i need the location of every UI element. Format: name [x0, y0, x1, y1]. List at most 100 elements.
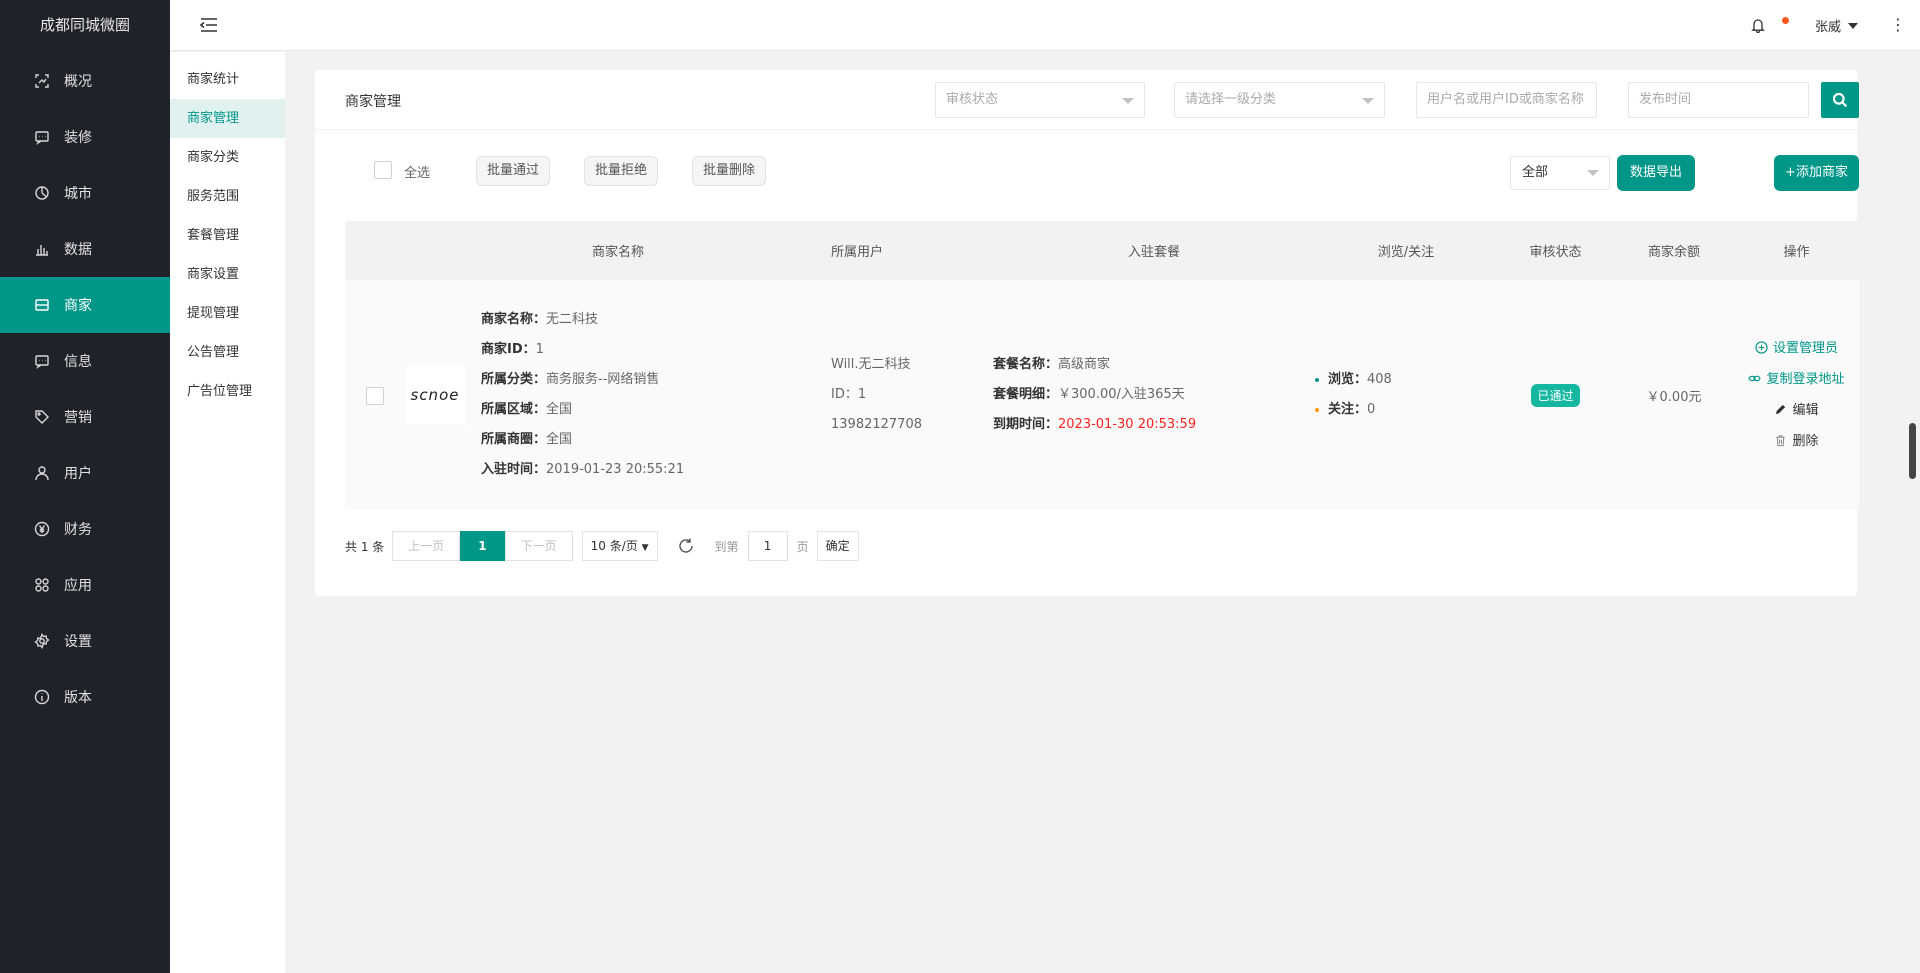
current-page[interactable]: 1 — [460, 531, 505, 561]
scope-select[interactable]: 全部 — [1510, 156, 1610, 190]
batch-reject-button[interactable]: 批量拒绝 — [584, 156, 659, 186]
subnav-item-merchant-settings[interactable]: 商家设置 — [170, 255, 285, 294]
follow-count: 0 — [1367, 402, 1376, 417]
audit-status-select[interactable]: 审核状态 — [935, 82, 1145, 118]
merchant-table: 商家名称 所属用户 入驻套餐 浏览/关注 审核状态 商家余额 操作 scnoe — [345, 221, 1859, 510]
status-badge[interactable]: 已通过 — [1531, 383, 1580, 407]
sidebar-item-merchant[interactable]: 商家 — [0, 277, 170, 333]
info-value: 全国 — [546, 402, 573, 417]
user-icon — [34, 465, 50, 481]
page-size-select[interactable]: 10 条/页 ▼ — [581, 531, 658, 561]
notification-dot — [1782, 17, 1789, 24]
goto-page-input[interactable]: 1 — [747, 531, 788, 561]
publish-time-placeholder: 发布时间 — [1639, 92, 1692, 107]
goto-confirm-button[interactable]: 确定 — [816, 531, 859, 561]
sidebar-item-apps[interactable]: 应用 — [0, 557, 170, 613]
app-title: 成都同城微圈 — [39, 16, 130, 34]
sidebar-item-label: 商家 — [64, 298, 92, 314]
merchant-logo: scnoe — [405, 365, 465, 425]
info-key: 所属分类： — [481, 372, 547, 387]
subnav-item-ad-slot[interactable]: 广告位管理 — [170, 372, 285, 411]
caret-down-icon — [1848, 22, 1859, 29]
more-vertical-icon[interactable]: ⋮ — [1890, 15, 1906, 35]
export-button[interactable]: 数据导出 — [1617, 155, 1695, 191]
user-menu[interactable]: 张威 — [1815, 16, 1859, 35]
info-icon — [34, 689, 50, 705]
user-phone: 13982127708 — [831, 417, 922, 432]
refresh-icon[interactable] — [677, 537, 695, 555]
subnav-item-withdraw[interactable]: 提现管理 — [170, 294, 285, 333]
search-icon — [1832, 92, 1848, 108]
sidebar-item-finance[interactable]: 财务 — [0, 501, 170, 557]
keyword-input[interactable]: 用户名或用户ID或商家名称 — [1416, 82, 1597, 118]
views-count: 408 — [1367, 372, 1392, 387]
plus-circle-icon — [1755, 341, 1768, 354]
sidebar-item-data[interactable]: 数据 — [0, 221, 170, 277]
toolbar: 全选 批量通过 批量拒绝 批量删除 全部 数据导出 +添加商家 — [315, 130, 1859, 220]
dot-icon — [1315, 407, 1319, 412]
dropdown-arrow-icon — [1122, 98, 1134, 104]
caret-down-icon: ▼ — [641, 543, 649, 553]
dropdown-arrow-icon — [1362, 98, 1374, 104]
subnav-item-package[interactable]: 套餐管理 — [170, 216, 285, 255]
subnav-item-merchant-stats[interactable]: 商家统计 — [170, 60, 285, 99]
batch-delete-button[interactable]: 批量删除 — [692, 156, 767, 186]
set-admin-link[interactable]: 设置管理员 — [1734, 333, 1859, 364]
select-all-checkbox[interactable] — [374, 161, 392, 179]
dropdown-arrow-icon — [1587, 170, 1599, 176]
package-name: 高级商家 — [1058, 357, 1111, 372]
sidebar-item-city[interactable]: 城市 — [0, 165, 170, 221]
scrollbar-thumb[interactable] — [1909, 423, 1916, 479]
copy-login-link[interactable]: 复制登录地址 — [1734, 364, 1859, 395]
page-title: 商家管理 — [345, 94, 401, 110]
card-header: 商家管理 审核状态 请选择一级分类 用户名或用户ID或商家名称 发布时间 — [315, 70, 1859, 130]
next-page-button[interactable]: 下一页 — [504, 531, 573, 561]
bell-icon[interactable] — [1750, 17, 1766, 33]
table-row: scnoe 商家名称：无二科技 商家ID：1 所属分类：商务服务--网络销售 所… — [345, 280, 1859, 510]
delete-link[interactable]: 删除 — [1734, 426, 1859, 457]
sidebar-item-marketing[interactable]: 营销 — [0, 389, 170, 445]
sidebar-item-label: 应用 — [64, 578, 92, 594]
info-value: 商务服务--网络销售 — [546, 372, 660, 387]
info-key: 入驻时间： — [481, 462, 547, 477]
publish-time-input[interactable]: 发布时间 — [1628, 82, 1809, 118]
category-select[interactable]: 请选择一级分类 — [1174, 82, 1385, 118]
message-icon — [34, 353, 50, 369]
add-merchant-button[interactable]: +添加商家 — [1774, 155, 1859, 191]
sidebar-item-decor[interactable]: 装修 — [0, 109, 170, 165]
sidebar-item-label: 城市 — [64, 186, 92, 202]
sidebar-item-label: 概况 — [64, 74, 92, 90]
sidebar-item-version[interactable]: 版本 — [0, 669, 170, 725]
trash-icon — [1776, 435, 1786, 447]
search-button[interactable] — [1821, 82, 1859, 118]
menu-fold-icon[interactable] — [200, 17, 218, 33]
sidebar-item-label: 用户 — [64, 466, 92, 482]
stats-key: 关注： — [1328, 402, 1368, 417]
sidebar-item-settings[interactable]: 设置 — [0, 613, 170, 669]
dot-icon — [1315, 377, 1319, 382]
subnav-item-merchant-category[interactable]: 商家分类 — [170, 138, 285, 177]
main-sidebar: 成都同城微圈 概况 装修 城市 数据 商家 信息 营销 用户 财务 应用 设置 … — [0, 0, 170, 973]
edit-label: 编辑 — [1792, 403, 1819, 418]
subnav-item-notice[interactable]: 公告管理 — [170, 333, 285, 372]
sidebar-item-overview[interactable]: 概况 — [0, 53, 170, 109]
sub-nav: 商家统计 商家管理 商家分类 服务范围 套餐管理 商家设置 提现管理 公告管理 … — [170, 52, 285, 973]
subnav-item-service-range[interactable]: 服务范围 — [170, 177, 285, 216]
audit-status-placeholder: 审核状态 — [946, 92, 999, 107]
user-name: Will.无二科技 — [831, 357, 911, 372]
sidebar-item-info[interactable]: 信息 — [0, 333, 170, 389]
sidebar-item-users[interactable]: 用户 — [0, 445, 170, 501]
pie-icon — [34, 185, 50, 201]
merchant-package: 套餐名称：高级商家 套餐明细：￥300.00/入驻365天 到期时间：2023-… — [993, 280, 1315, 510]
row-checkbox[interactable] — [366, 387, 384, 405]
pagination-total: 共 1 条 — [345, 539, 385, 554]
prev-page-button[interactable]: 上一页 — [392, 531, 461, 561]
sidebar-item-label: 营销 — [64, 410, 92, 426]
batch-approve-button[interactable]: 批量通过 — [476, 156, 551, 186]
row-actions: 设置管理员 复制登录地址 编辑 删除 — [1734, 280, 1859, 510]
top-header: 张威 ⋮ — [170, 0, 1920, 51]
subnav-item-merchant-manage[interactable]: 商家管理 — [170, 99, 285, 138]
sidebar-item-label: 版本 — [64, 690, 92, 706]
delete-label: 删除 — [1792, 434, 1819, 449]
edit-link[interactable]: 编辑 — [1734, 395, 1859, 426]
